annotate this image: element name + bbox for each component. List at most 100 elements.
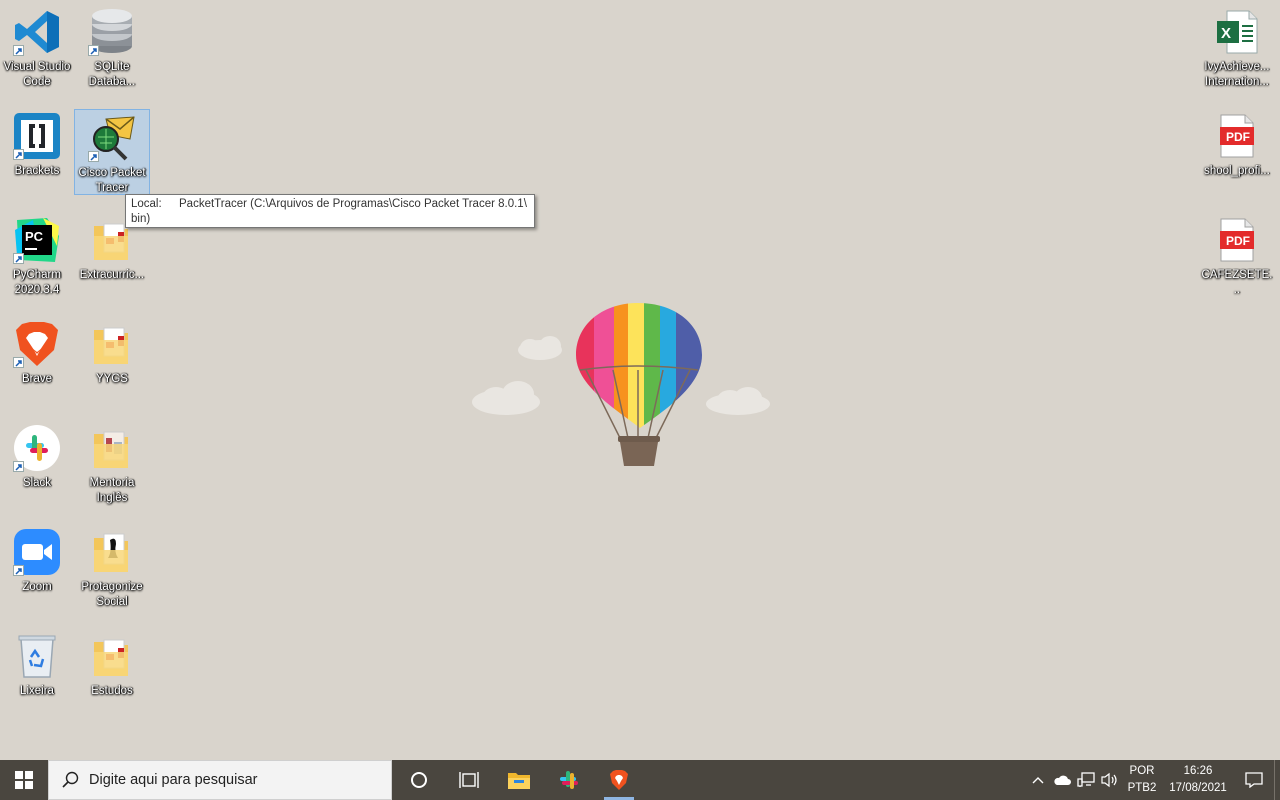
icon-label: Mentoria Inglês: [89, 477, 135, 504]
brave-icon: [610, 770, 628, 790]
shortcut-arrow-icon: [13, 149, 24, 160]
brackets-icon: [12, 111, 62, 161]
slack-icon: [560, 771, 578, 789]
shortcut-arrow-icon: [13, 253, 24, 264]
start-button[interactable]: [0, 760, 48, 800]
icon-label: Extracurric...: [79, 269, 145, 281]
icon-label: Brackets: [14, 165, 60, 177]
brave-icon: [12, 319, 62, 369]
shortcut-arrow-icon: [88, 45, 99, 56]
icon-label: PyCharm 2020.3.4: [13, 269, 61, 296]
icon-label: Visual Studio Code: [3, 61, 71, 88]
desktop-icon-slack[interactable]: Slack: [0, 418, 74, 514]
icon-tooltip: Local: PacketTracer (C:\Arquivos de Progr…: [125, 194, 535, 228]
tooltip-value: PacketTracer (C:\Arquivos de Programas\C…: [179, 198, 527, 210]
zoom-icon: [12, 527, 62, 577]
image-folder-icon: [87, 423, 137, 473]
shortcut-arrow-icon: [13, 461, 24, 472]
shortcut-arrow-icon: [13, 357, 24, 368]
icon-label: Slack: [22, 477, 52, 489]
chevron-up-icon: [1032, 777, 1044, 784]
taskbar-brave[interactable]: [594, 760, 644, 800]
desktop-icon-folder-yygs[interactable]: YYGS: [75, 314, 149, 410]
icon-label: IvyAchieve... Internation...: [1204, 61, 1270, 88]
task-view-icon: [459, 772, 479, 788]
cortana-circle-icon: [411, 772, 427, 788]
show-desktop-button[interactable]: [1274, 760, 1280, 800]
slack-icon: [12, 423, 62, 473]
clock-time: 16:26: [1183, 765, 1213, 777]
desktop-icon-cafezsete-pdf[interactable]: PDF CAFEZSETE...: [1200, 210, 1274, 306]
desktop-icon-zoom[interactable]: Zoom: [0, 522, 74, 618]
desktop-icon-brackets[interactable]: Brackets: [0, 106, 74, 202]
icon-label: Lixeira: [20, 685, 54, 697]
desktop-icon-folder-mentoria-ingles[interactable]: Mentoria Inglês: [75, 418, 149, 514]
desktop-icon-visual-studio-code[interactable]: Visual Studio Code: [0, 2, 74, 98]
database-icon: [87, 7, 137, 57]
desktop-icon-sqlite-database[interactable]: SQLite Databa...: [75, 2, 149, 98]
network-button[interactable]: [1074, 760, 1098, 800]
svg-text:PDF: PDF: [1226, 130, 1250, 144]
search-placeholder: Digite aqui para pesquisar: [89, 772, 258, 788]
desktop-icon-brave[interactable]: Brave: [0, 314, 74, 410]
desktop-icon-ivyachieve-excel[interactable]: X IvyAchieve... Internation...: [1200, 2, 1274, 98]
icon-label: Estudos: [91, 685, 133, 697]
svg-text:PDF: PDF: [1226, 234, 1250, 248]
recycle-bin-icon: [12, 631, 62, 681]
magnifier-icon: [62, 771, 79, 788]
notification-center-button[interactable]: [1234, 760, 1274, 800]
notification-icon: [1245, 772, 1263, 788]
desktop-icon-shool-profile-pdf[interactable]: PDF shool_profi...: [1200, 106, 1274, 202]
taskbar: Digite aqui para pesquisar POR PTB2 16:2…: [0, 760, 1280, 800]
pdf-file-icon: PDF: [1212, 111, 1262, 161]
keyboard-layout: PTB2: [1127, 782, 1157, 794]
taskbar-slack[interactable]: [544, 760, 594, 800]
volume-button[interactable]: [1098, 760, 1122, 800]
input-language-button[interactable]: POR PTB2: [1122, 763, 1162, 797]
desktop-icon-recycle-bin[interactable]: Lixeira: [0, 626, 74, 722]
tooltip-key: Local:: [131, 198, 162, 210]
network-icon: [1077, 772, 1095, 787]
icon-label: YYGS: [96, 373, 128, 385]
desktop-icon-cisco-packet-tracer[interactable]: Cisco Packet Tracer: [74, 109, 150, 195]
volume-icon: [1101, 772, 1117, 788]
pycharm-icon: PC: [12, 215, 62, 265]
shortcut-arrow-icon: [88, 151, 99, 162]
svg-text:X: X: [1221, 25, 1231, 42]
icon-label: Zoom: [22, 581, 52, 593]
pdf-file-icon: PDF: [1212, 215, 1262, 265]
icon-label: Cisco Packet Tracer: [78, 167, 146, 194]
icon-label: CAFEZSETE...: [1201, 269, 1273, 296]
desktop[interactable]: Visual Studio Code Brackets PC PyCharm 2…: [0, 0, 1280, 760]
shortcut-arrow-icon: [13, 565, 24, 576]
desktop-icon-folder-estudos[interactable]: Estudos: [75, 626, 149, 722]
vscode-icon: [12, 7, 62, 57]
pdf-folder-icon: [87, 631, 137, 681]
taskbar-search-box[interactable]: Digite aqui para pesquisar: [48, 760, 392, 800]
language-code: POR: [1129, 765, 1155, 777]
show-hidden-icons-button[interactable]: [1026, 760, 1050, 800]
svg-text:PC: PC: [25, 229, 44, 244]
desktop-icon-folder-protagonize-social[interactable]: Protagonize Social: [75, 522, 149, 618]
cortana-button[interactable]: [394, 760, 444, 800]
desktop-icon-pycharm[interactable]: PC PyCharm 2020.3.4: [0, 210, 74, 306]
windows-logo-icon: [15, 771, 33, 789]
wallpaper-balloon-illustration: [468, 300, 778, 480]
onedrive-cloud-icon: [1054, 775, 1071, 785]
icon-label: Brave: [21, 373, 53, 385]
icon-label: SQLite Databa...: [88, 61, 136, 88]
taskbar-file-explorer[interactable]: [494, 760, 544, 800]
icon-label: shool_profi...: [1204, 165, 1270, 177]
clock-date: 17/08/2021: [1169, 782, 1227, 794]
excel-file-icon: X: [1212, 7, 1262, 57]
system-tray: POR PTB2 16:26 17/08/2021: [1026, 760, 1280, 800]
shortcut-arrow-icon: [13, 45, 24, 56]
clock-button[interactable]: 16:26 17/08/2021: [1162, 763, 1234, 797]
file-explorer-icon: [508, 773, 530, 789]
packet-tracer-icon: [87, 115, 137, 163]
task-view-button[interactable]: [444, 760, 494, 800]
icon-label: Protagonize Social: [81, 581, 143, 608]
tooltip-value-cont: bin): [131, 213, 151, 225]
pdf-folder-icon: [87, 319, 137, 369]
onedrive-button[interactable]: [1050, 760, 1074, 800]
